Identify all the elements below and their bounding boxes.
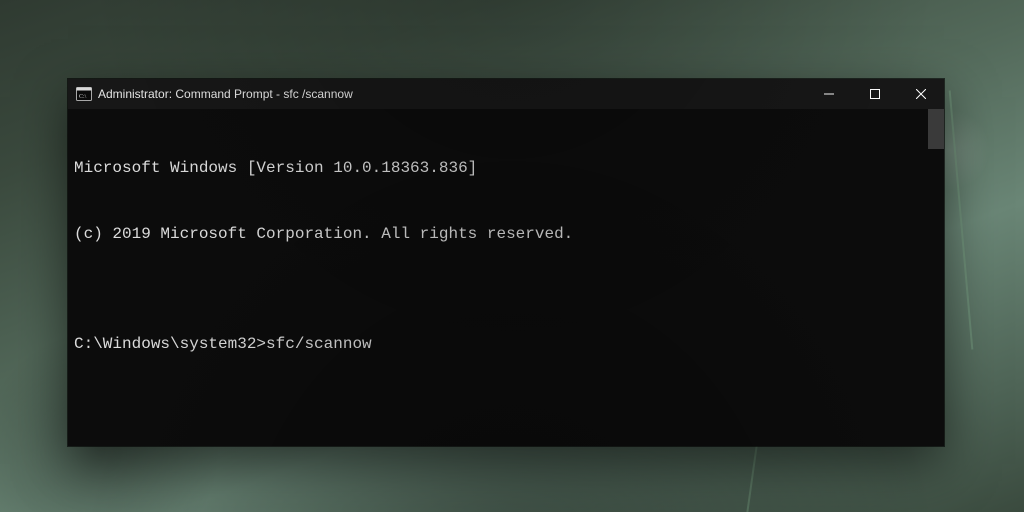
window-controls [806,79,944,109]
maximize-button[interactable] [852,79,898,109]
scrollbar-thumb[interactable] [928,109,944,149]
vertical-scrollbar[interactable] [928,109,944,446]
terminal-area[interactable]: Microsoft Windows [Version 10.0.18363.83… [68,109,944,446]
close-button[interactable] [898,79,944,109]
desktop-wallpaper: C:\ Administrator: Command Prompt - sfc … [0,0,1024,512]
terminal-line: C:\Windows\system32>sfc/scannow [74,333,938,355]
wallpaper-stem [949,90,974,349]
command-prompt-window[interactable]: C:\ Administrator: Command Prompt - sfc … [68,79,944,446]
terminal-line: Microsoft Windows [Version 10.0.18363.83… [74,157,938,179]
terminal-output: Microsoft Windows [Version 10.0.18363.83… [68,109,944,446]
terminal-line: (c) 2019 Microsoft Corporation. All righ… [74,223,938,245]
window-title: Administrator: Command Prompt - sfc /sca… [98,87,353,101]
cmd-icon: C:\ [76,86,92,102]
titlebar[interactable]: C:\ Administrator: Command Prompt - sfc … [68,79,944,109]
svg-text:C:\: C:\ [79,94,87,100]
terminal-line: Beginning system scan. This process will… [74,443,938,446]
minimize-button[interactable] [806,79,852,109]
